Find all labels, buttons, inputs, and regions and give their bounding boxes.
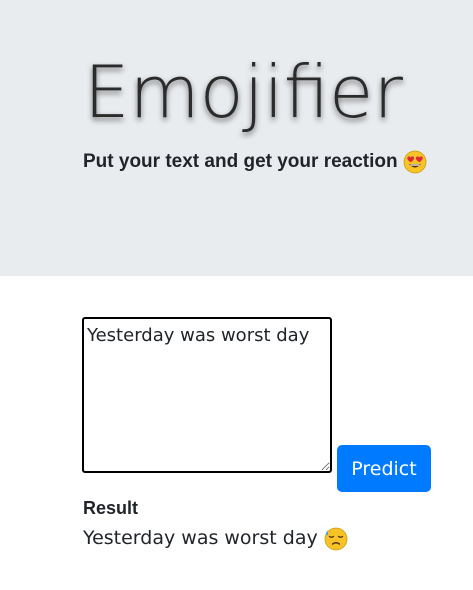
heart-eyes-emoji-icon: [403, 150, 427, 174]
result-output: Yesterday was worst day: [83, 525, 348, 551]
predict-button[interactable]: Predict: [337, 445, 431, 492]
result-label: Result: [83, 498, 139, 518]
app-title: Emojifier: [84, 50, 403, 134]
downcast-sweat-emoji-icon: [324, 527, 348, 551]
app-subtitle-text: Put your text and get your reaction: [83, 151, 398, 172]
app-subtitle: Put your text and get your reaction: [83, 149, 427, 175]
result-text: Yesterday was worst day: [83, 527, 318, 549]
hero-banner: Emojifier Put your text and get your rea…: [0, 0, 473, 276]
text-input[interactable]: [82, 317, 332, 473]
